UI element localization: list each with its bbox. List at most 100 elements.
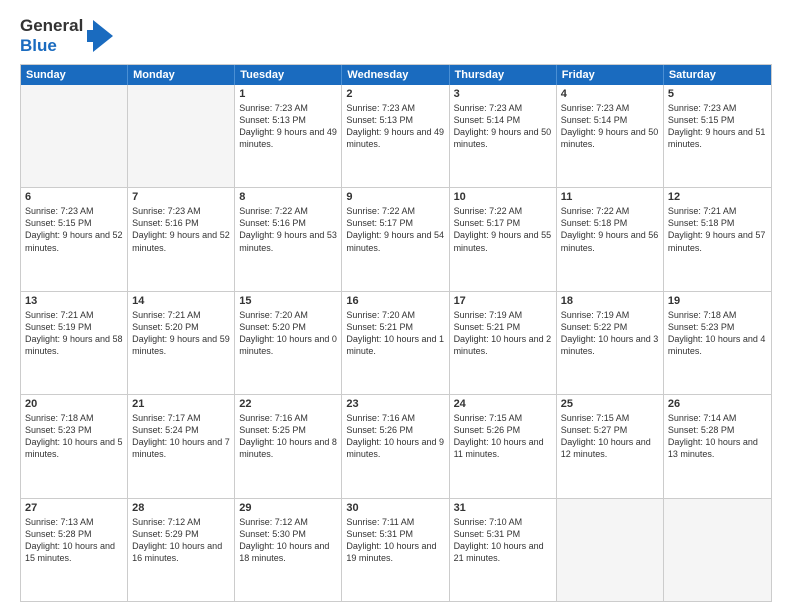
sunset-line: Sunset: 5:24 PM [132,424,230,436]
day-header-saturday: Saturday [664,65,771,85]
sunrise-line: Sunrise: 7:18 AM [25,412,123,424]
sunrise-line: Sunrise: 7:23 AM [454,102,552,114]
daylight-line: Daylight: 9 hours and 49 minutes. [346,126,444,150]
daylight-line: Daylight: 9 hours and 52 minutes. [132,229,230,253]
day-number: 2 [346,88,444,100]
empty-cell [664,499,771,601]
day-number: 10 [454,191,552,203]
daylight-line: Daylight: 9 hours and 51 minutes. [668,126,767,150]
day-number: 27 [25,502,123,514]
day-number: 30 [346,502,444,514]
logo: General Blue [20,16,115,56]
sunrise-line: Sunrise: 7:12 AM [239,516,337,528]
day-cell-2: 2 Sunrise: 7:23 AM Sunset: 5:13 PM Dayli… [342,85,449,187]
sunset-line: Sunset: 5:21 PM [346,321,444,333]
sunrise-line: Sunrise: 7:10 AM [454,516,552,528]
day-cell-5: 5 Sunrise: 7:23 AM Sunset: 5:15 PM Dayli… [664,85,771,187]
logo-arrow-icon [85,18,115,54]
day-cell-4: 4 Sunrise: 7:23 AM Sunset: 5:14 PM Dayli… [557,85,664,187]
day-cell-14: 14 Sunrise: 7:21 AM Sunset: 5:20 PM Dayl… [128,292,235,394]
daylight-line: Daylight: 10 hours and 2 minutes. [454,333,552,357]
day-number: 7 [132,191,230,203]
sunrise-line: Sunrise: 7:15 AM [561,412,659,424]
sunset-line: Sunset: 5:27 PM [561,424,659,436]
day-number: 20 [25,398,123,410]
day-cell-16: 16 Sunrise: 7:20 AM Sunset: 5:21 PM Dayl… [342,292,449,394]
daylight-line: Daylight: 10 hours and 7 minutes. [132,436,230,460]
day-number: 28 [132,502,230,514]
daylight-line: Daylight: 9 hours and 50 minutes. [561,126,659,150]
day-number: 23 [346,398,444,410]
day-number: 25 [561,398,659,410]
day-number: 24 [454,398,552,410]
sunset-line: Sunset: 5:14 PM [454,114,552,126]
day-cell-7: 7 Sunrise: 7:23 AM Sunset: 5:16 PM Dayli… [128,188,235,290]
day-number: 14 [132,295,230,307]
sunrise-line: Sunrise: 7:18 AM [668,309,767,321]
sunrise-line: Sunrise: 7:12 AM [132,516,230,528]
sunset-line: Sunset: 5:31 PM [346,528,444,540]
sunset-line: Sunset: 5:29 PM [132,528,230,540]
day-header-sunday: Sunday [21,65,128,85]
day-header-friday: Friday [557,65,664,85]
sunset-line: Sunset: 5:26 PM [454,424,552,436]
calendar-row: 27 Sunrise: 7:13 AM Sunset: 5:28 PM Dayl… [21,498,771,601]
sunset-line: Sunset: 5:19 PM [25,321,123,333]
sunset-line: Sunset: 5:28 PM [668,424,767,436]
daylight-line: Daylight: 10 hours and 4 minutes. [668,333,767,357]
daylight-line: Daylight: 10 hours and 15 minutes. [25,540,123,564]
day-cell-9: 9 Sunrise: 7:22 AM Sunset: 5:17 PM Dayli… [342,188,449,290]
day-number: 31 [454,502,552,514]
day-number: 1 [239,88,337,100]
sunset-line: Sunset: 5:16 PM [132,217,230,229]
day-cell-29: 29 Sunrise: 7:12 AM Sunset: 5:30 PM Dayl… [235,499,342,601]
day-number: 5 [668,88,767,100]
day-cell-22: 22 Sunrise: 7:16 AM Sunset: 5:25 PM Dayl… [235,395,342,497]
day-number: 29 [239,502,337,514]
sunrise-line: Sunrise: 7:15 AM [454,412,552,424]
sunrise-line: Sunrise: 7:14 AM [668,412,767,424]
day-cell-23: 23 Sunrise: 7:16 AM Sunset: 5:26 PM Dayl… [342,395,449,497]
daylight-line: Daylight: 10 hours and 12 minutes. [561,436,659,460]
logo-text: General Blue [20,16,115,56]
day-cell-19: 19 Sunrise: 7:18 AM Sunset: 5:23 PM Dayl… [664,292,771,394]
daylight-line: Daylight: 9 hours and 59 minutes. [132,333,230,357]
day-cell-20: 20 Sunrise: 7:18 AM Sunset: 5:23 PM Dayl… [21,395,128,497]
page: General Blue SundayMondayTuesdayWednesda… [0,0,792,612]
day-number: 13 [25,295,123,307]
sunset-line: Sunset: 5:13 PM [346,114,444,126]
day-cell-28: 28 Sunrise: 7:12 AM Sunset: 5:29 PM Dayl… [128,499,235,601]
day-cell-27: 27 Sunrise: 7:13 AM Sunset: 5:28 PM Dayl… [21,499,128,601]
daylight-line: Daylight: 10 hours and 0 minutes. [239,333,337,357]
sunrise-line: Sunrise: 7:19 AM [454,309,552,321]
sunset-line: Sunset: 5:21 PM [454,321,552,333]
sunrise-line: Sunrise: 7:22 AM [239,205,337,217]
sunrise-line: Sunrise: 7:19 AM [561,309,659,321]
daylight-line: Daylight: 9 hours and 55 minutes. [454,229,552,253]
day-number: 16 [346,295,444,307]
daylight-line: Daylight: 10 hours and 8 minutes. [239,436,337,460]
calendar: SundayMondayTuesdayWednesdayThursdayFrid… [20,64,772,602]
day-number: 15 [239,295,337,307]
daylight-line: Daylight: 10 hours and 1 minute. [346,333,444,357]
daylight-line: Daylight: 9 hours and 53 minutes. [239,229,337,253]
sunset-line: Sunset: 5:17 PM [454,217,552,229]
day-header-thursday: Thursday [450,65,557,85]
day-header-monday: Monday [128,65,235,85]
sunrise-line: Sunrise: 7:22 AM [454,205,552,217]
empty-cell [128,85,235,187]
day-cell-26: 26 Sunrise: 7:14 AM Sunset: 5:28 PM Dayl… [664,395,771,497]
sunset-line: Sunset: 5:18 PM [668,217,767,229]
sunrise-line: Sunrise: 7:20 AM [346,309,444,321]
day-number: 26 [668,398,767,410]
day-number: 17 [454,295,552,307]
day-number: 11 [561,191,659,203]
day-cell-6: 6 Sunrise: 7:23 AM Sunset: 5:15 PM Dayli… [21,188,128,290]
day-number: 22 [239,398,337,410]
sunrise-line: Sunrise: 7:22 AM [561,205,659,217]
sunset-line: Sunset: 5:25 PM [239,424,337,436]
day-cell-11: 11 Sunrise: 7:22 AM Sunset: 5:18 PM Dayl… [557,188,664,290]
day-cell-1: 1 Sunrise: 7:23 AM Sunset: 5:13 PM Dayli… [235,85,342,187]
daylight-line: Daylight: 10 hours and 13 minutes. [668,436,767,460]
sunrise-line: Sunrise: 7:17 AM [132,412,230,424]
